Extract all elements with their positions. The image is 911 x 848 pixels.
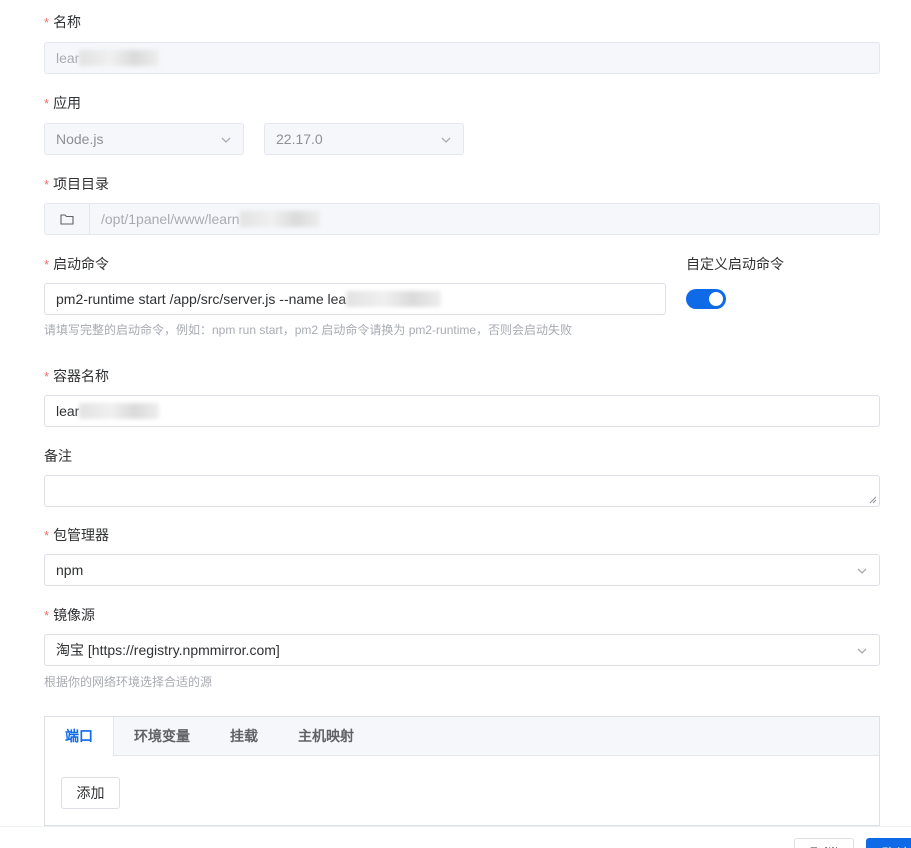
command-label: * 启动命令 — [44, 256, 110, 272]
runtime-select[interactable]: Node.js — [44, 123, 244, 155]
package-manager-label: * 包管理器 — [44, 527, 110, 543]
tab-env-vars[interactable]: 环境变量 — [114, 717, 210, 756]
redacted-blur — [346, 291, 442, 307]
app-label: * 应用 — [44, 95, 82, 111]
tab-host-mapping[interactable]: 主机映射 — [278, 717, 374, 756]
resize-handle-icon[interactable] — [869, 496, 877, 504]
remark-textarea[interactable] — [44, 475, 880, 507]
redacted-blur — [79, 403, 160, 419]
folder-button[interactable] — [45, 204, 90, 234]
folder-icon — [60, 214, 74, 225]
remark-label: 备注 — [44, 448, 72, 464]
directory-input[interactable]: /opt/1panel/www/learn — [44, 203, 880, 235]
chevron-down-icon — [221, 137, 231, 143]
chevron-down-icon — [857, 648, 867, 654]
add-button[interactable]: 添加 — [61, 777, 120, 809]
tabs-header: 端口 环境变量 挂载 主机映射 — [45, 717, 879, 757]
tab-ports[interactable]: 端口 — [45, 717, 114, 757]
redacted-blur — [239, 211, 320, 227]
name-label: * 名称 — [44, 14, 82, 30]
custom-command-label: 自定义启动命令 — [686, 256, 784, 272]
confirm-button[interactable]: 确认 — [866, 838, 911, 848]
version-select[interactable]: 22.17.0 — [264, 123, 464, 155]
footer-divider — [0, 826, 911, 827]
cancel-button[interactable]: 取消 — [794, 838, 854, 848]
name-input[interactable]: lear — [44, 42, 880, 74]
toggle-knob — [709, 292, 723, 306]
mirror-hint: 根据你的网络环境选择合适的源 — [44, 675, 213, 689]
chevron-down-icon — [441, 137, 451, 143]
tabs-card: 端口 环境变量 挂载 主机映射 添加 — [44, 716, 880, 826]
container-label: * 容器名称 — [44, 368, 110, 384]
chevron-down-icon — [857, 568, 867, 574]
custom-command-toggle[interactable] — [686, 289, 726, 309]
package-manager-select[interactable]: npm — [44, 554, 880, 586]
redacted-blur — [79, 50, 160, 66]
mirror-label: * 镜像源 — [44, 607, 96, 623]
command-input[interactable]: pm2-runtime start /app/src/server.js --n… — [44, 283, 666, 315]
mirror-select[interactable]: 淘宝 [https://registry.npmmirror.com] — [44, 634, 880, 666]
tab-mounts[interactable]: 挂载 — [210, 717, 278, 756]
container-name-input[interactable]: lear — [44, 395, 880, 427]
directory-label: * 项目目录 — [44, 176, 110, 192]
command-hint: 请填写完整的启动命令，例如：npm run start，pm2 启动命令请换为 … — [44, 323, 573, 337]
